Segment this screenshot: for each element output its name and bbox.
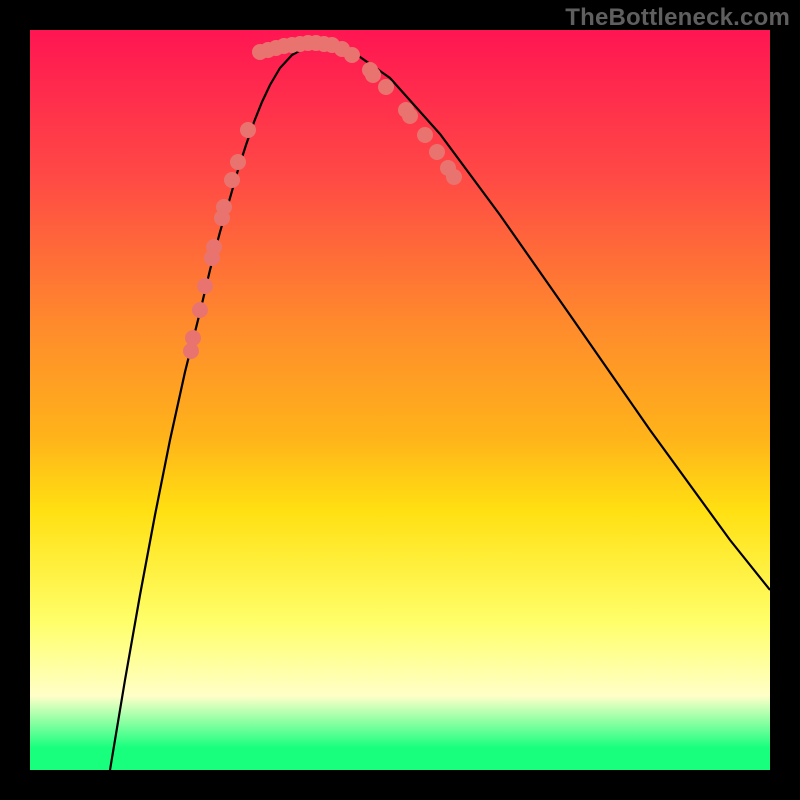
data-marker [316,36,332,52]
data-marker [224,172,240,188]
data-marker [344,47,360,63]
data-marker [185,330,201,346]
data-marker [192,302,208,318]
data-marker [216,199,232,215]
data-marker [429,144,445,160]
data-marker [240,122,256,138]
data-marker [402,108,418,124]
marker-group [183,35,462,359]
watermark-text: TheBottleneck.com [565,4,790,32]
data-marker [365,67,381,83]
curve-svg [30,30,770,770]
data-marker [378,79,394,95]
chart-stage: TheBottleneck.com [0,0,800,800]
data-marker [446,169,462,185]
plot-area [30,30,770,770]
data-marker [230,154,246,170]
data-marker [417,127,433,143]
data-marker [206,239,222,255]
data-marker [197,278,213,294]
